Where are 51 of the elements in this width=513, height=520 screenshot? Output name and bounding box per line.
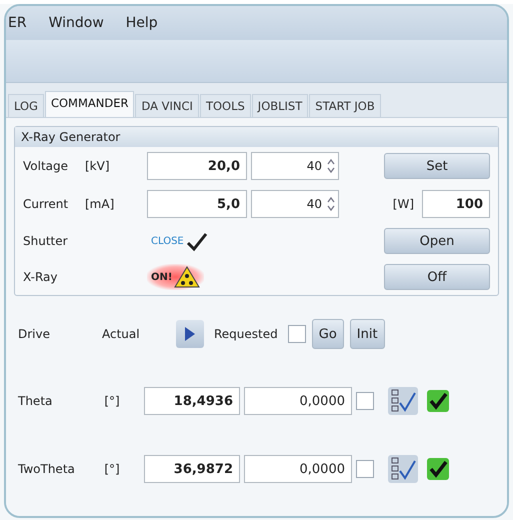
status-text: ON! bbox=[151, 272, 172, 282]
unit-label: [mA] bbox=[85, 197, 116, 211]
tab[interactable]: START JOB bbox=[309, 94, 381, 117]
unit-label: [°] bbox=[103, 394, 121, 408]
drive-label: Drive bbox=[18, 327, 51, 341]
checkbox[interactable] bbox=[356, 392, 374, 410]
checkbox[interactable] bbox=[288, 325, 306, 343]
requested-value-field[interactable]: 0,0000 bbox=[244, 455, 352, 483]
menu-item[interactable]: ER bbox=[8, 13, 27, 33]
play-icon bbox=[184, 326, 196, 342]
play-button[interactable] bbox=[176, 320, 204, 348]
tab[interactable]: JOBLIST bbox=[252, 94, 308, 117]
row-label: Shutter bbox=[23, 234, 69, 248]
actual-value-field: 18,4936 bbox=[144, 387, 240, 415]
unit-label: [°] bbox=[103, 462, 121, 476]
spinner-arrows-icon[interactable] bbox=[326, 157, 336, 175]
spinner-field[interactable]: 40 bbox=[251, 190, 339, 218]
checkbox[interactable] bbox=[356, 460, 374, 478]
set-button[interactable]: Set bbox=[384, 153, 490, 179]
tab[interactable]: DA VINCI bbox=[135, 94, 199, 117]
group-title: X-Ray Generator bbox=[15, 127, 498, 147]
menu-item[interactable]: Window bbox=[48, 13, 104, 33]
column-label: Requested bbox=[214, 327, 278, 341]
radiation-warning-icon bbox=[174, 266, 200, 288]
check-icon bbox=[186, 230, 208, 252]
init-button[interactable]: Init bbox=[350, 319, 385, 349]
tab[interactable]: LOG bbox=[8, 94, 44, 117]
axis-label: Theta bbox=[18, 394, 54, 408]
actual-value-field: 5,0 bbox=[147, 190, 247, 218]
status-text: CLOSE bbox=[151, 236, 184, 246]
column-label: Actual bbox=[102, 327, 141, 341]
checklist-icon[interactable] bbox=[388, 455, 418, 483]
shutter-button[interactable]: Open bbox=[384, 228, 490, 254]
row-label: X-Ray bbox=[23, 270, 58, 284]
requested-value-field[interactable]: 0,0000 bbox=[244, 387, 352, 415]
spinner-field[interactable]: 40 bbox=[251, 152, 339, 180]
menu-item[interactable]: Help bbox=[126, 13, 158, 33]
tab[interactable]: TOOLS bbox=[200, 94, 251, 117]
xray-button[interactable]: Off bbox=[384, 264, 490, 290]
row-label: Current bbox=[23, 197, 70, 211]
tab[interactable]: COMMANDER bbox=[44, 91, 134, 117]
unit-label: [kV] bbox=[85, 159, 111, 173]
row-label: Voltage bbox=[23, 159, 70, 173]
unit-label: [W] bbox=[392, 197, 414, 211]
checklist-icon[interactable] bbox=[388, 387, 418, 415]
spinner-arrows-icon[interactable] bbox=[326, 195, 336, 213]
go-button[interactable]: Go bbox=[312, 319, 344, 349]
axis-label: TwoTheta bbox=[18, 462, 76, 476]
actual-value-field: 20,0 bbox=[147, 152, 247, 180]
power-field[interactable]: 100 bbox=[422, 190, 490, 218]
actual-value-field: 36,9872 bbox=[144, 455, 240, 483]
